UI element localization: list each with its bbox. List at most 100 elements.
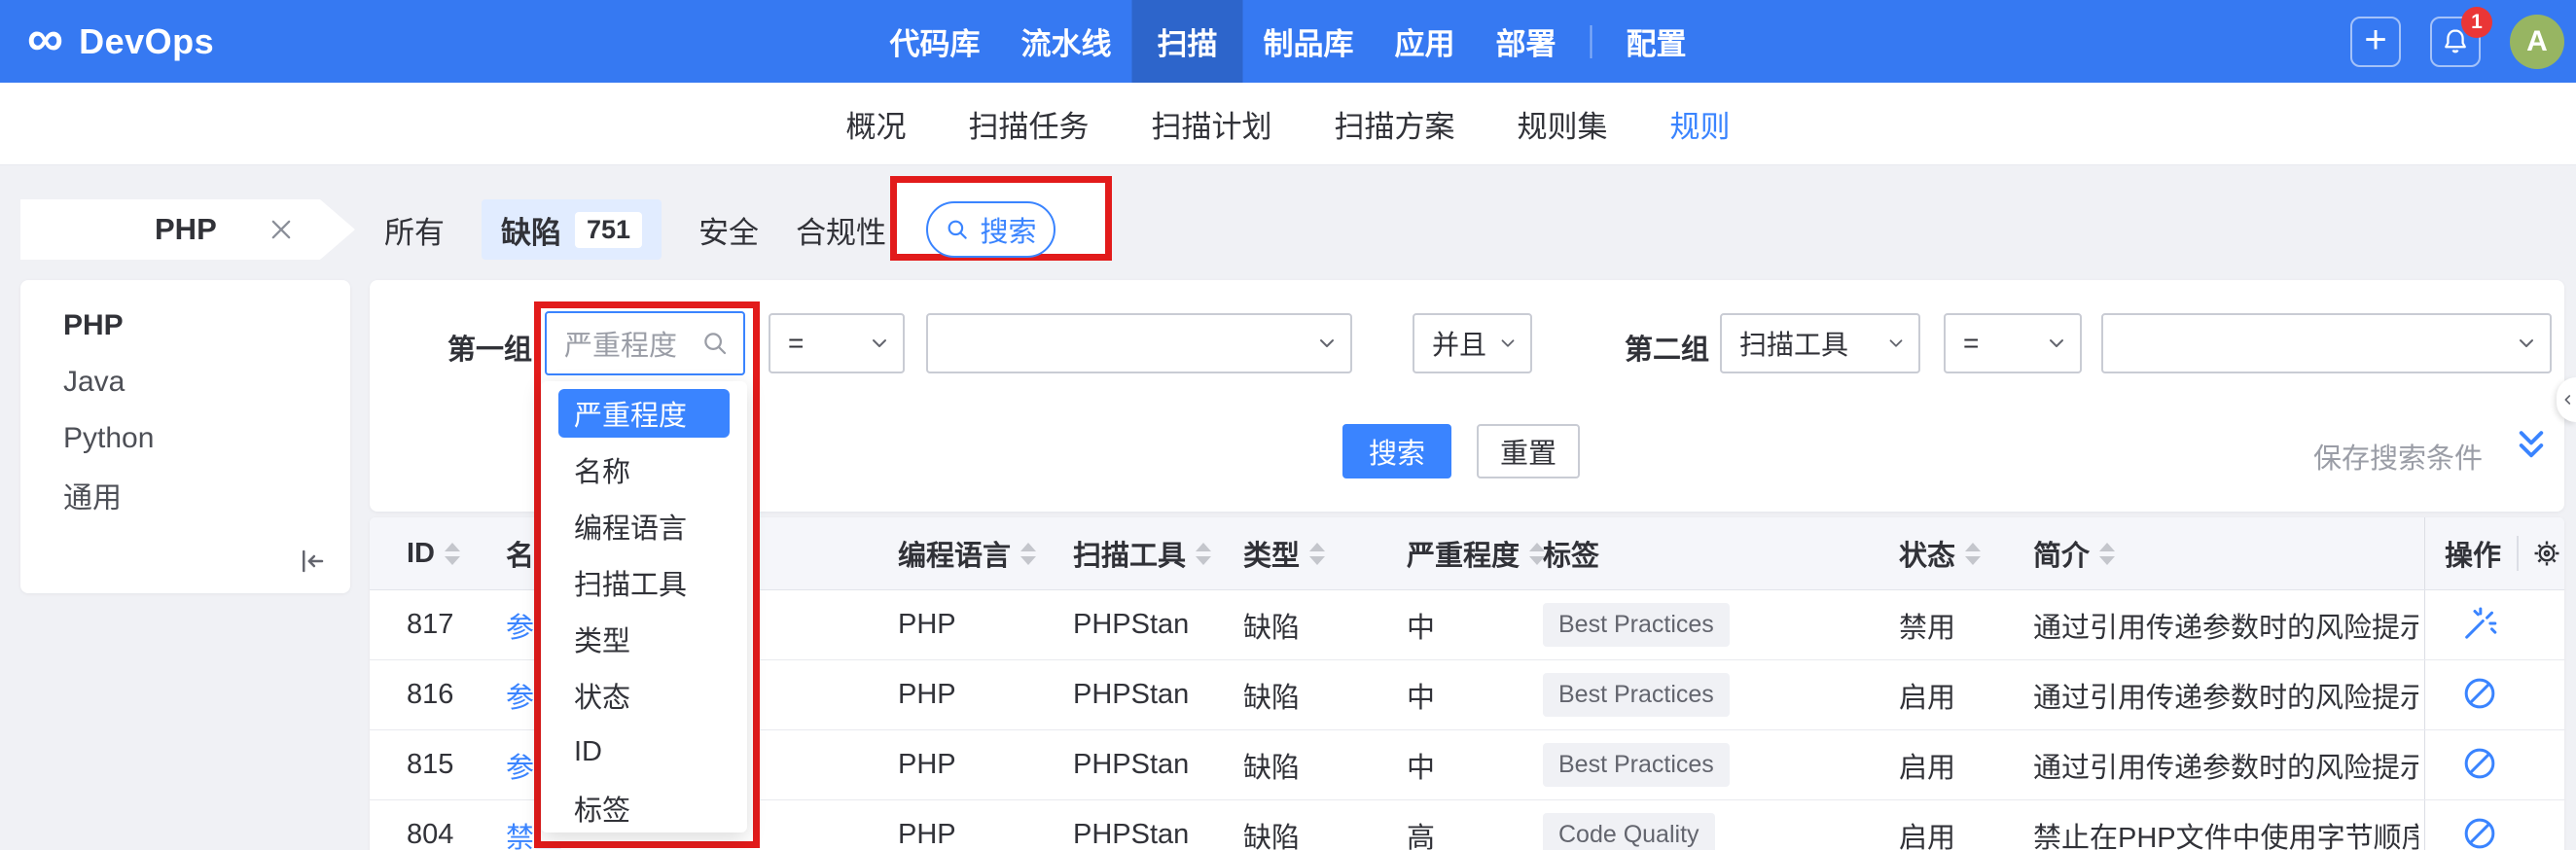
- cell-tool: PHPStan: [1073, 749, 1190, 780]
- cell-tool: PHPStan: [1073, 819, 1190, 850]
- tab[interactable]: 缺陷 751: [482, 199, 662, 260]
- cell-description: 通过引用传递参数时的风险提示: [2033, 752, 2418, 784]
- search-icon: [700, 329, 730, 358]
- column-header[interactable]: 扫描工具: [1073, 517, 1212, 589]
- add-button[interactable]: +: [2350, 16, 2401, 67]
- subnav-item[interactable]: 扫描计划: [1152, 102, 1272, 146]
- tag-badge: Best Practices: [1543, 743, 1730, 787]
- dropdown-option[interactable]: ID: [541, 724, 747, 780]
- cell-actions: [2424, 590, 2564, 659]
- sort-carets: [1309, 542, 1326, 565]
- cell-id: 815: [407, 749, 454, 780]
- dropdown-option[interactable]: 名称: [541, 442, 747, 498]
- sidebar-item-language[interactable]: 通用: [20, 467, 350, 523]
- subnav-item[interactable]: 规则集: [1518, 102, 1608, 146]
- subnav-item[interactable]: 规则: [1670, 102, 1731, 146]
- notification-badge: 1: [2461, 6, 2492, 38]
- column-header[interactable]: 编程语言: [898, 517, 1037, 589]
- tab[interactable]: 合规性: [796, 208, 886, 252]
- topnav-item[interactable]: 制品库: [1243, 0, 1375, 83]
- topbar-actions: + 1 A: [2350, 0, 2564, 83]
- column-header[interactable]: 类型: [1243, 517, 1326, 589]
- sidebar-item-language[interactable]: PHP: [20, 298, 350, 354]
- dropdown-option[interactable]: 严重程度: [558, 389, 730, 438]
- column-header-label: 类型: [1243, 541, 1301, 572]
- cell-severity: 中: [1407, 612, 1436, 644]
- column-header-label: 严重程度: [1407, 541, 1521, 572]
- collapse-sidebar-icon[interactable]: [298, 547, 327, 576]
- topnav-item[interactable]: 扫描: [1131, 0, 1243, 83]
- subnav-item[interactable]: 扫描方案: [1335, 102, 1455, 146]
- cell-tag: Best Practices: [1543, 660, 1730, 729]
- subnav-item[interactable]: 扫描任务: [969, 102, 1090, 146]
- dropdown-option[interactable]: 编程语言: [541, 498, 747, 554]
- nav-divider: [1590, 24, 1592, 58]
- caret-down-icon: [1020, 555, 1037, 565]
- cell-severity: 中: [1407, 752, 1436, 784]
- search-button[interactable]: 搜索: [1342, 424, 1451, 478]
- tab[interactable]: 所有: [384, 208, 445, 252]
- dropdown-option[interactable]: 状态: [541, 667, 747, 724]
- value2-select[interactable]: [2101, 313, 2552, 373]
- column-header[interactable]: 简介: [2033, 517, 2418, 589]
- logic-value: 并且: [1432, 330, 1487, 360]
- field2-select[interactable]: 扫描工具: [1720, 313, 1920, 373]
- field1-combobox[interactable]: 严重程度: [545, 311, 745, 375]
- topnav-item[interactable]: 应用: [1375, 0, 1476, 83]
- topnav-item[interactable]: 代码库: [870, 0, 1001, 83]
- column-header[interactable]: 严重程度: [1407, 517, 1546, 589]
- save-search-link[interactable]: 保存搜索条件: [2313, 436, 2483, 477]
- search-icon: [945, 217, 970, 242]
- notifications-button[interactable]: 1: [2430, 6, 2492, 67]
- double-chevron-down-icon[interactable]: [2514, 428, 2549, 463]
- topnav-item[interactable]: 流水线: [1001, 0, 1132, 83]
- chevron-down-icon: [1315, 332, 1339, 355]
- language-sidebar: PHP Java Python 通用: [20, 280, 350, 593]
- gear-icon[interactable]: [2530, 537, 2563, 570]
- chevron-down-icon: [2515, 332, 2538, 355]
- tab[interactable]: 安全: [698, 208, 759, 252]
- close-icon[interactable]: [268, 216, 295, 243]
- header-divider: [2517, 536, 2520, 571]
- action-column-label: 操作: [2445, 541, 2502, 572]
- sort-carets: [1196, 542, 1212, 565]
- disable-rule-button[interactable]: [2460, 814, 2499, 850]
- sort-carets: [445, 542, 460, 565]
- caret-down-icon: [1965, 555, 1982, 565]
- disable-rule-button[interactable]: [2460, 674, 2499, 716]
- sidebar-item-language[interactable]: Python: [20, 410, 350, 467]
- operator2-select[interactable]: =: [1944, 313, 2082, 373]
- column-header-label: 标签: [1543, 541, 1600, 572]
- caret-up-icon: [2099, 542, 2116, 551]
- column-header[interactable]: ID: [407, 517, 460, 589]
- subnav-item[interactable]: 概况: [846, 102, 907, 146]
- logo[interactable]: ∞ DevOps: [27, 0, 214, 83]
- reset-button[interactable]: 重置: [1477, 424, 1580, 478]
- enable-rule-button[interactable]: [2460, 604, 2499, 646]
- cell-tag: Code Quality: [1543, 800, 1715, 850]
- tab-label: 安全: [698, 215, 760, 250]
- operator2-value: =: [1963, 328, 1980, 358]
- topnav-item[interactable]: 部署: [1476, 0, 1577, 83]
- avatar[interactable]: A: [2510, 14, 2564, 69]
- cell-actions: [2424, 800, 2564, 850]
- operator1-select[interactable]: =: [769, 313, 905, 373]
- caret-up-icon: [445, 542, 460, 551]
- dropdown-option[interactable]: 扫描工具: [541, 554, 747, 611]
- disable-rule-button[interactable]: [2460, 744, 2499, 786]
- dropdown-option[interactable]: 标签: [541, 780, 747, 832]
- column-header[interactable]: 状态: [1899, 517, 1982, 589]
- cell-description: 禁止在PHP文件中使用字节顺序标: [2033, 822, 2418, 850]
- sidebar-item-language[interactable]: Java: [20, 354, 350, 410]
- selected-language-chip[interactable]: PHP: [20, 199, 355, 260]
- magic-wand-icon: [2460, 604, 2499, 646]
- cell-description: 通过引用传递参数时的风险提示: [2033, 682, 2418, 714]
- dropdown-option[interactable]: 类型: [541, 611, 747, 667]
- cell-language: PHP: [898, 679, 956, 710]
- infinity-logo-icon: ∞: [27, 10, 64, 67]
- topnav-item[interactable]: 配置: [1606, 0, 1707, 83]
- chevron-down-icon: [868, 332, 891, 355]
- value1-select[interactable]: [926, 313, 1352, 373]
- search-toggle-button[interactable]: 搜索: [926, 201, 1055, 258]
- logic-select[interactable]: 并且: [1413, 313, 1532, 373]
